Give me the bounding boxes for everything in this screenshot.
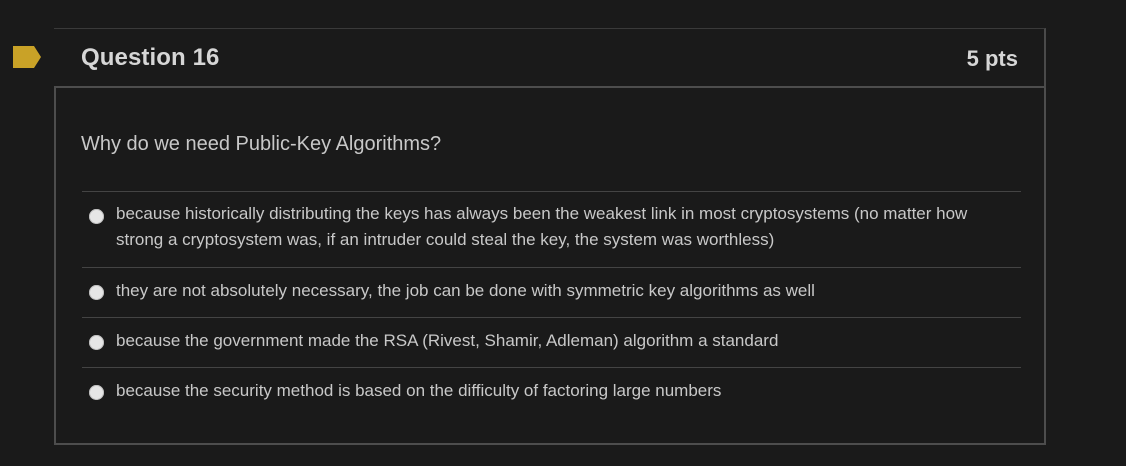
question-header: Question 16 5 pts bbox=[54, 28, 1046, 88]
answer-option-3[interactable]: because the government made the RSA (Riv… bbox=[82, 317, 1021, 367]
question-points: 5 pts bbox=[966, 46, 1018, 71]
answer-label: because the security method is based on … bbox=[116, 381, 722, 400]
page: Question 16 5 pts Why do we need Public-… bbox=[0, 0, 1126, 466]
radio-button[interactable] bbox=[89, 335, 104, 350]
answer-label: because historically distributing the ke… bbox=[116, 204, 968, 249]
question-prompt: Why do we need Public-Key Algorithms? bbox=[81, 133, 442, 155]
answer-list: because historically distributing the ke… bbox=[82, 191, 1021, 417]
answer-label: they are not absolutely necessary, the j… bbox=[116, 281, 815, 300]
radio-button[interactable] bbox=[89, 285, 104, 300]
radio-button[interactable] bbox=[89, 385, 104, 400]
answer-option-1[interactable]: because historically distributing the ke… bbox=[82, 191, 1021, 267]
answer-option-4[interactable]: because the security method is based on … bbox=[82, 367, 1021, 417]
question-body: Why do we need Public-Key Algorithms? be… bbox=[54, 88, 1046, 445]
answer-label: because the government made the RSA (Riv… bbox=[116, 331, 779, 350]
flag-icon[interactable] bbox=[13, 46, 41, 68]
question-title: Question 16 bbox=[81, 44, 220, 71]
radio-button[interactable] bbox=[89, 209, 104, 224]
question-card: Question 16 5 pts Why do we need Public-… bbox=[54, 28, 1046, 445]
answer-option-2[interactable]: they are not absolutely necessary, the j… bbox=[82, 267, 1021, 317]
